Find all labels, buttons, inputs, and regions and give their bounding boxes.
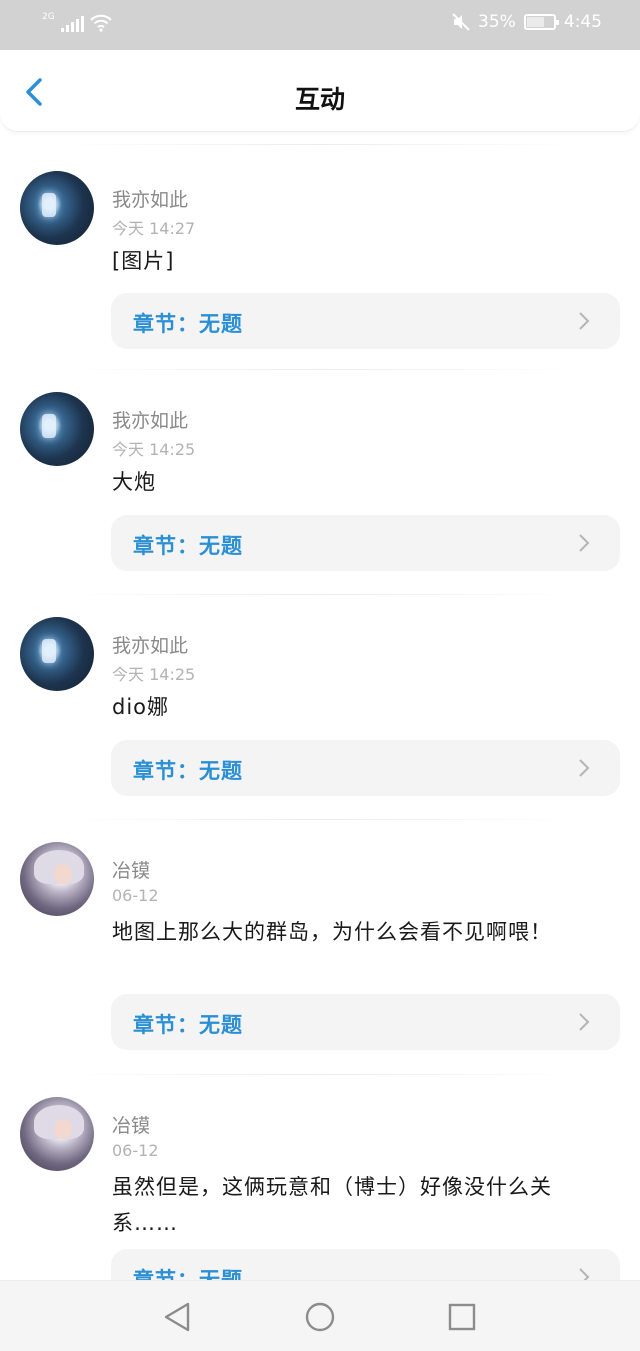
status-right: 35% 4:45 <box>452 12 602 32</box>
timestamp: 今天 14:25 <box>112 665 196 684</box>
system-nav-bar <box>0 1280 640 1351</box>
chevron-right-icon <box>579 759 590 777</box>
app-header: 互动 <box>0 50 640 132</box>
chapter-label: 章节：无题 <box>133 759 243 783</box>
avatar[interactable] <box>20 1097 94 1171</box>
comment-text: 大炮 <box>112 470 156 494</box>
chapter-link[interactable]: 章节：无题 <box>111 1249 620 1280</box>
comment-text: 地图上那么大的群岛，为什么会看不见啊喂！ <box>112 920 552 944</box>
chevron-right-icon <box>579 534 590 552</box>
list-item[interactable]: 我亦如此 今天 14:27 [图片] 章节：无题 <box>0 145 640 369</box>
chapter-label: 章节：无题 <box>133 1268 243 1280</box>
avatar[interactable] <box>20 392 94 466</box>
avatar[interactable] <box>20 842 94 916</box>
chevron-right-icon <box>579 312 590 330</box>
chapter-label: 章节：无题 <box>133 312 243 336</box>
timestamp: 今天 14:27 <box>112 219 196 238</box>
clock: 4:45 <box>563 12 602 32</box>
network-type: 2G <box>42 12 55 22</box>
wifi-icon <box>89 14 112 32</box>
chapter-link[interactable]: 章节：无题 <box>111 994 620 1050</box>
username[interactable]: 冶镆 <box>112 856 150 883</box>
nav-recents-icon[interactable] <box>444 1299 480 1335</box>
page-title: 互动 <box>294 85 345 114</box>
battery-icon <box>523 14 559 30</box>
chevron-right-icon <box>579 1013 590 1031</box>
chapter-label: 章节：无题 <box>133 1013 243 1037</box>
chapter-link[interactable]: 章节：无题 <box>111 740 620 796</box>
signal-icon <box>60 16 84 32</box>
timestamp: 今天 14:25 <box>112 440 196 459</box>
mute-icon <box>452 13 470 31</box>
list-item[interactable]: 我亦如此 今天 14:25 dio娜 章节：无题 <box>0 595 640 819</box>
timestamp: 06-12 <box>112 1141 159 1160</box>
chapter-link[interactable]: 章节：无题 <box>111 293 620 349</box>
timestamp: 06-12 <box>112 886 159 905</box>
list-item[interactable]: 我亦如此 今天 14:25 大炮 章节：无题 <box>0 370 640 594</box>
nav-back-icon[interactable] <box>160 1299 196 1335</box>
chapter-link[interactable]: 章节：无题 <box>111 515 620 571</box>
list-item[interactable]: 冶镆 06-12 虽然但是，这俩玩意和（博士）好像没什么关系…… 章节：无题 <box>0 1075 640 1280</box>
username[interactable]: 我亦如此 <box>112 185 188 212</box>
username[interactable]: 我亦如此 <box>112 631 188 658</box>
comment-text: 虽然但是，这俩玩意和（博士）好像没什么关系…… <box>112 1175 552 1235</box>
battery-percent: 35% <box>478 12 516 32</box>
comment-text: [图片] <box>112 249 175 273</box>
status-left: 2G <box>42 12 112 32</box>
nav-home-icon[interactable] <box>302 1299 338 1335</box>
status-bar: 2G 35% 4:45 <box>0 0 640 50</box>
interaction-feed: 我亦如此 今天 14:27 [图片] 章节：无题 我亦如此 今天 14:25 大… <box>0 140 640 1280</box>
list-item[interactable]: 冶镆 06-12 地图上那么大的群岛，为什么会看不见啊喂！ 章节：无题 <box>0 820 640 1074</box>
comment-text: dio娜 <box>112 695 170 719</box>
avatar[interactable] <box>20 617 94 691</box>
app-screen: 2G 35% 4:45 互动 我亦如此 今天 14:27 [图片] 章节：无题 … <box>0 0 640 1351</box>
username[interactable]: 我亦如此 <box>112 406 188 433</box>
avatar[interactable] <box>20 171 94 245</box>
chapter-label: 章节：无题 <box>133 534 243 558</box>
username[interactable]: 冶镆 <box>112 1111 150 1138</box>
chevron-right-icon <box>579 1268 590 1280</box>
